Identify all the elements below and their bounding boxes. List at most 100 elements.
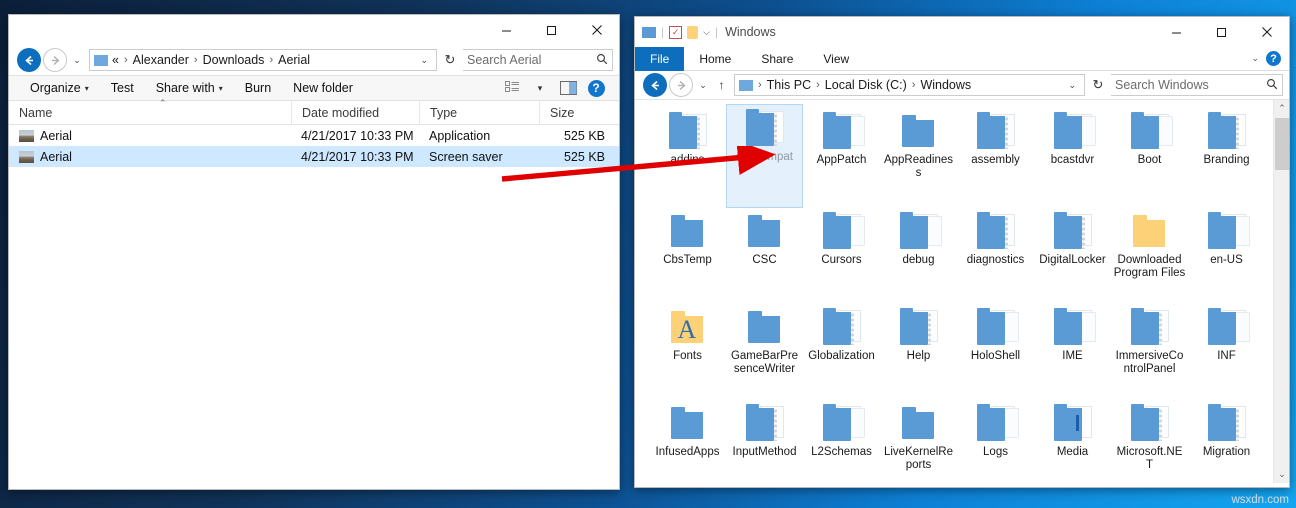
folder-item[interactable]: CSC — [726, 208, 803, 304]
preview-pane-icon[interactable] — [555, 76, 581, 100]
folder-item[interactable]: addins — [649, 108, 726, 204]
folder-item[interactable]: Logs — [957, 400, 1034, 483]
folder-item[interactable]: L2Schemas — [803, 400, 880, 483]
folder-item[interactable]: bcastdvr — [1034, 108, 1111, 204]
breadcrumb-alexander[interactable]: Alexander — [133, 53, 189, 67]
folder-item[interactable]: GameBarPresenceWriter — [726, 304, 803, 400]
folder-item[interactable]: A Fonts — [649, 304, 726, 400]
search-placeholder: Search Aerial — [467, 53, 542, 67]
tab-view[interactable]: View — [808, 47, 864, 71]
help-button[interactable]: ? — [583, 76, 609, 100]
folder-item[interactable]: Cursors — [803, 208, 880, 304]
folder-item[interactable]: DigitalLocker — [1034, 208, 1111, 304]
folder-item[interactable]: InfusedApps — [649, 400, 726, 483]
folder-item[interactable]: InputMethod — [726, 400, 803, 483]
explorer-icon[interactable] — [642, 26, 656, 38]
folder-item[interactable]: Microsoft.NET — [1111, 400, 1188, 483]
test-button[interactable]: Test — [100, 75, 145, 101]
folder-item[interactable]: CbsTemp — [649, 208, 726, 304]
folder-item[interactable]: Globalization — [803, 304, 880, 400]
close-button[interactable] — [574, 15, 619, 45]
tab-share[interactable]: Share — [746, 47, 808, 71]
folder-item[interactable]: debug — [880, 208, 957, 304]
vertical-scrollbar[interactable]: ⌃ ⌄ — [1273, 100, 1289, 483]
ribbon-right-group: ⌄ ? — [1251, 51, 1289, 66]
new-folder-icon[interactable] — [687, 25, 699, 39]
left-breadcrumb-bar[interactable]: « › Alexander › Downloads › Aerial ⌄ — [89, 49, 437, 71]
folder-item[interactable]: Boot — [1111, 108, 1188, 204]
chevron-down-icon[interactable]: ⌵ — [703, 27, 710, 38]
table-row[interactable]: Aerial 4/21/2017 10:33 PM Screen saver 5… — [9, 146, 619, 167]
file-explorer-window-aerial[interactable]: ⌄ « › Alexander › Downloads › Aerial ⌄ ↻… — [8, 14, 620, 490]
search-input[interactable]: Search Aerial — [463, 49, 613, 71]
breadcrumb-downloads[interactable]: Downloads — [203, 53, 265, 67]
chevron-down-icon[interactable]: ⌄ — [416, 55, 432, 66]
burn-button[interactable]: Burn — [234, 75, 282, 101]
recent-locations-button[interactable]: ⌄ — [69, 48, 85, 72]
chevron-down-icon[interactable]: ⌄ — [1064, 80, 1080, 91]
close-button[interactable] — [1244, 17, 1289, 47]
folder-item[interactable]: Media — [1034, 400, 1111, 483]
maximize-button[interactable] — [1199, 17, 1244, 47]
folder-item[interactable]: Help — [880, 304, 957, 400]
folder-item[interactable]: INF — [1188, 304, 1265, 400]
file-name-label: Aerial — [40, 128, 72, 143]
folder-item[interactable]: Downloaded Program Files — [1111, 208, 1188, 304]
tab-home[interactable]: Home — [684, 47, 746, 71]
recent-locations-button[interactable]: ⌄ — [695, 73, 711, 97]
right-breadcrumb-bar[interactable]: › This PC › Local Disk (C:) › Windows ⌄ — [734, 74, 1085, 96]
view-dropdown-caret-icon[interactable]: ▾ — [527, 76, 553, 100]
folder-item[interactable]: HoloShell — [957, 304, 1034, 400]
breadcrumb-windows[interactable]: Windows — [920, 78, 971, 92]
divider: | — [714, 25, 719, 39]
folder-icon — [742, 109, 788, 147]
folder-item[interactable]: LiveKernelReports — [880, 400, 957, 483]
folder-item[interactable]: en-US — [1188, 208, 1265, 304]
help-button[interactable]: ? — [1266, 51, 1281, 66]
refresh-button[interactable]: ↻ — [1087, 74, 1109, 96]
up-button[interactable]: ↑ — [713, 74, 730, 96]
column-header-name[interactable]: Name — [9, 101, 291, 125]
column-header-type[interactable]: Type — [419, 100, 539, 125]
column-header-date-modified[interactable]: Date modified — [291, 100, 419, 125]
search-input[interactable]: Search Windows — [1111, 74, 1283, 96]
properties-icon[interactable]: ✓ — [669, 25, 683, 39]
folder-item[interactable]: diagnostics — [957, 208, 1034, 304]
left-window-controls — [484, 15, 619, 45]
folder-label: Boot — [1137, 154, 1162, 166]
collapse-ribbon-icon[interactable]: ⌄ — [1251, 53, 1259, 64]
breadcrumb-this-pc[interactable]: This PC — [767, 78, 811, 92]
minimize-button[interactable] — [484, 15, 529, 45]
refresh-button[interactable]: ↻ — [439, 49, 461, 71]
breadcrumb-overflow[interactable]: « — [112, 53, 119, 67]
breadcrumb-local-disk[interactable]: Local Disk (C:) — [825, 78, 907, 92]
maximize-button[interactable] — [529, 15, 574, 45]
minimize-button[interactable] — [1154, 17, 1199, 47]
back-button[interactable] — [17, 48, 41, 72]
tab-file[interactable]: File — [635, 46, 685, 71]
right-window-controls — [1154, 17, 1289, 47]
folder-item[interactable]: Migration — [1188, 400, 1265, 483]
folder-item[interactable]: ImmersiveControlPanel — [1111, 304, 1188, 400]
folder-item[interactable]: AppPatch — [803, 108, 880, 204]
folder-item[interactable]: appcompat — [726, 104, 803, 208]
folder-item[interactable]: AppReadiness — [880, 108, 957, 204]
forward-button[interactable] — [669, 73, 693, 97]
folder-label: GameBarPresenceWriter — [730, 350, 799, 375]
table-row[interactable]: Aerial 4/21/2017 10:33 PM Application 52… — [9, 125, 619, 146]
new-folder-button[interactable]: New folder — [282, 75, 364, 101]
folder-item[interactable]: assembly — [957, 108, 1034, 204]
view-list-icon[interactable] — [499, 76, 525, 100]
forward-button[interactable] — [43, 48, 67, 72]
organize-button[interactable]: Organize ▾ — [19, 75, 100, 101]
scroll-down-icon[interactable]: ⌄ — [1274, 466, 1289, 483]
breadcrumb-aerial[interactable]: Aerial — [278, 53, 310, 67]
column-header-size[interactable]: Size — [539, 100, 619, 125]
scroll-up-icon[interactable]: ⌃ — [1274, 100, 1289, 117]
folder-item[interactable]: IME — [1034, 304, 1111, 400]
file-explorer-window-windows[interactable]: | ✓ ⌵ | Windows File Home Share View ⌄ ? — [634, 16, 1290, 488]
folder-item[interactable]: Branding — [1188, 108, 1265, 204]
folder-label: debug — [902, 254, 935, 266]
scrollbar-thumb[interactable] — [1275, 118, 1289, 170]
back-button[interactable] — [643, 73, 667, 97]
